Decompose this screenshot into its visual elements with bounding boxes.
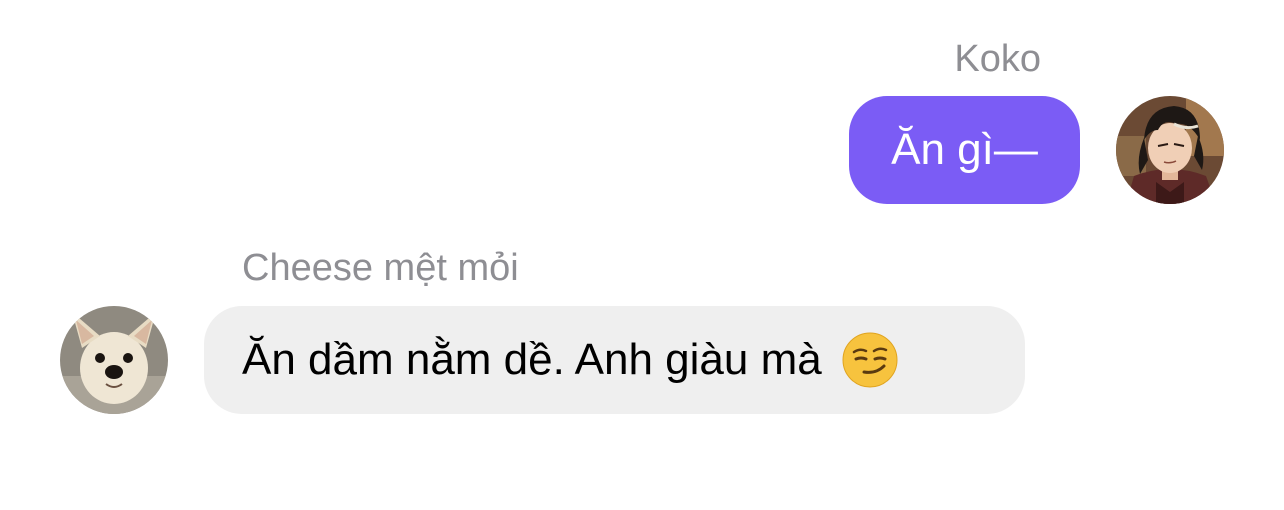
avatar[interactable]: [60, 306, 168, 414]
avatar[interactable]: [1116, 96, 1224, 204]
sender-name: Cheese mệt mỏi: [242, 247, 519, 289]
chihuahua-dog-avatar-icon: [60, 306, 168, 414]
message-text: Ăn gì—: [891, 125, 1038, 174]
message-bubble-outgoing[interactable]: Ăn gì—: [849, 96, 1080, 204]
message-bubble-incoming[interactable]: Ăn dầm nằm dề. Anh giàu mà: [204, 306, 1025, 414]
sender-name: Koko: [954, 38, 1041, 80]
smirking-face-emoji-icon: [842, 332, 898, 388]
anime-character-avatar-icon: [1116, 96, 1224, 204]
message-text: Ăn dầm nằm dề. Anh giàu mà: [242, 335, 822, 384]
